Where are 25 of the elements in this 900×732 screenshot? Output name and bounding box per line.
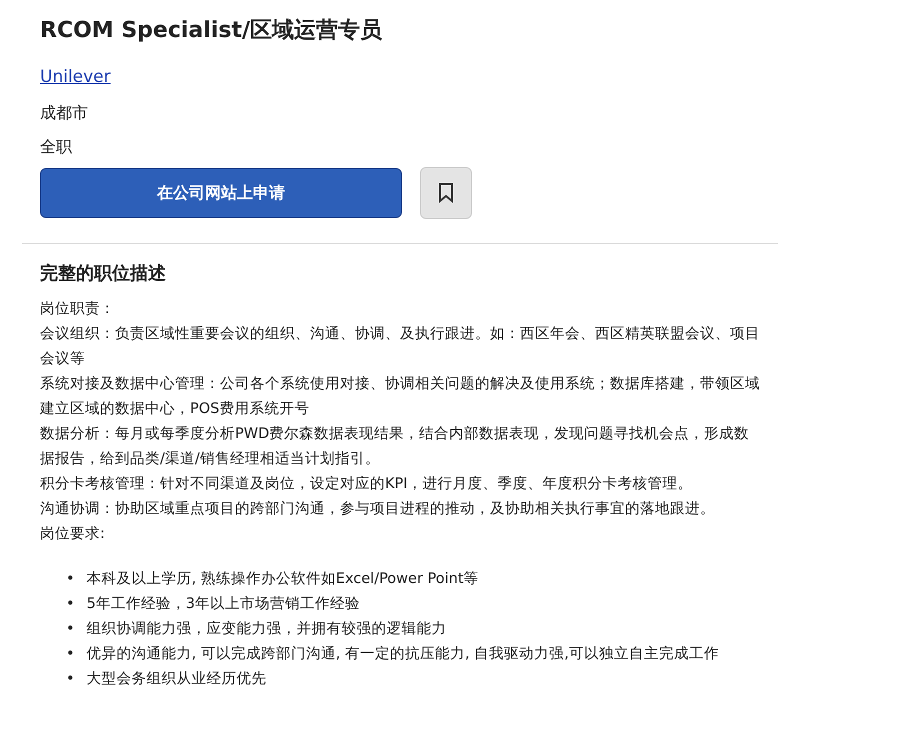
- company-link[interactable]: Unilever: [40, 67, 111, 87]
- description-paragraph: 数据分析：每月或每季度分析PWD费尔森数据表现结果，结合内部数据表现，发现问题寻找机会点，形成数据报告，给到品类/渠道/销售经理相适当计划指引。: [40, 424, 750, 468]
- bookmark-button[interactable]: [420, 166, 472, 218]
- bullet-mark: •: [66, 620, 75, 638]
- description-paragraph: 会议组织：负责区域性重要会议的组织、沟通、协调、及执行跟进。如：西区年会、西区精英联盟会议、项目会议等: [40, 324, 760, 368]
- section-heading: 完整的职位描述: [40, 262, 167, 286]
- job-type-text: 全职: [40, 136, 73, 158]
- requirement-item: 组织协调能力强，应变能力强，并拥有较强的逻辑能力: [86, 620, 447, 638]
- requirement-item: 大型会务组织从业经历优先: [86, 670, 267, 688]
- description-paragraph: 岗位职责：: [40, 300, 116, 318]
- location-text: 成都市: [40, 102, 89, 124]
- description-paragraph: 积分卡考核管理：针对不同渠道及岗位，设定对应的KPI，进行月度、季度、年度积分卡考核管理。: [40, 474, 694, 494]
- description-paragraph: 岗位要求:: [40, 524, 106, 544]
- bullet-mark: •: [66, 594, 75, 614]
- bullet-mark: •: [66, 670, 75, 688]
- bullet-mark: •: [66, 570, 75, 588]
- requirement-item: 5年工作经验，3年以上市场营销工作经验: [86, 594, 360, 614]
- requirement-item: 优异的沟通能力, 可以完成跨部门沟通, 有一定的抗压能力, 自我驱动力强,可以独立自主完成工作: [86, 644, 719, 664]
- requirement-item: 本科及以上学历, 熟练操作办公软件如Excel/Power Point等: [86, 570, 479, 588]
- bookmark-icon: [438, 182, 454, 202]
- description-paragraph: 系统对接及数据中心管理：公司各个系统使用对接、协调相关问题的解决及使用系统；数据库搭建，带领区域建立区域的数据中心，POS费用系统开号: [40, 374, 760, 418]
- job-title: RCOM Specialist/区域运营专员: [40, 17, 384, 45]
- apply-button[interactable]: 在公司网站上申请: [40, 168, 402, 218]
- bullet-mark: •: [66, 644, 75, 664]
- description-paragraph: 沟通协调：协助区域重点项目的跨部门沟通，参与项目进程的推动，及协助相关执行事宜的落地跟进。: [40, 500, 716, 518]
